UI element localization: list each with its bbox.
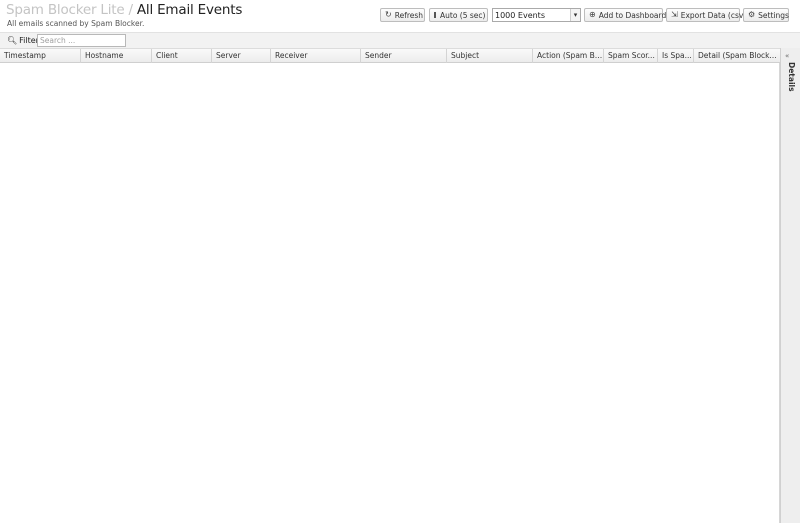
breadcrumb-current: All Email Events <box>136 2 243 18</box>
search-icon: 🔍︎ <box>7 36 18 45</box>
expand-panel-icon[interactable]: « <box>785 52 789 60</box>
column-header-spam-score[interactable]: Spam Scor... <box>604 49 658 63</box>
column-header-client[interactable]: Client <box>152 49 212 63</box>
column-header-sender[interactable]: Sender <box>361 49 447 63</box>
auto-refresh-toggle[interactable]: Auto (5 sec) <box>429 8 488 22</box>
event-limit-value: 1000 Events <box>495 10 545 20</box>
event-limit-select[interactable]: 1000 Events ▾ <box>492 8 581 22</box>
refresh-button[interactable]: ↻ Refresh <box>380 8 425 22</box>
filter-search-input[interactable] <box>37 34 126 47</box>
auto-refresh-checkbox[interactable] <box>434 12 436 18</box>
filter-bar: 🔍︎ Filter <box>0 32 800 48</box>
settings-label: Settings <box>758 10 789 20</box>
settings-button[interactable]: ⚙ Settings <box>743 8 789 22</box>
gear-icon: ⚙ <box>748 10 756 19</box>
export-data-label: Export Data (csv) <box>680 10 747 20</box>
filter-label: 🔍︎ Filter <box>7 36 39 45</box>
column-header-detail[interactable]: Detail (Spam Blocker... <box>694 49 780 63</box>
refresh-label: Refresh <box>394 10 424 20</box>
column-header-subject[interactable]: Subject <box>447 49 533 63</box>
grid-header: Timestamp Hostname Client Server Receive… <box>0 48 780 63</box>
column-header-is-spam[interactable]: Is Spa... <box>658 49 694 63</box>
events-grid: Timestamp Hostname Client Server Receive… <box>0 48 780 523</box>
column-header-timestamp[interactable]: Timestamp <box>0 49 81 63</box>
export-icon: ⇲ <box>671 10 678 19</box>
breadcrumb-separator: / <box>128 2 134 18</box>
page-title: Spam Blocker Lite / All Email Events <box>6 2 242 18</box>
column-header-server[interactable]: Server <box>212 49 271 63</box>
breadcrumb-parent[interactable]: Spam Blocker Lite <box>6 2 125 18</box>
column-header-hostname[interactable]: Hostname <box>81 49 152 63</box>
chevron-down-icon[interactable]: ▾ <box>570 9 580 21</box>
details-panel[interactable]: « Details <box>780 48 800 523</box>
auto-refresh-label: Auto (5 sec) <box>440 10 486 20</box>
refresh-icon: ↻ <box>385 10 392 19</box>
filter-label-text: Filter <box>19 36 39 45</box>
add-to-dashboard-button[interactable]: ⊕ Add to Dashboard <box>584 8 666 22</box>
column-header-receiver[interactable]: Receiver <box>271 49 361 63</box>
export-data-button[interactable]: ⇲ Export Data (csv) <box>666 8 746 22</box>
page-subtitle: All emails scanned by Spam Blocker. <box>7 19 145 28</box>
column-header-action[interactable]: Action (Spam Bl... <box>533 49 604 63</box>
plus-icon: ⊕ <box>589 10 596 19</box>
page-header: Spam Blocker Lite / All Email Events All e… <box>0 0 800 32</box>
add-to-dashboard-label: Add to Dashboard <box>598 10 667 20</box>
details-panel-label[interactable]: Details <box>787 62 796 92</box>
